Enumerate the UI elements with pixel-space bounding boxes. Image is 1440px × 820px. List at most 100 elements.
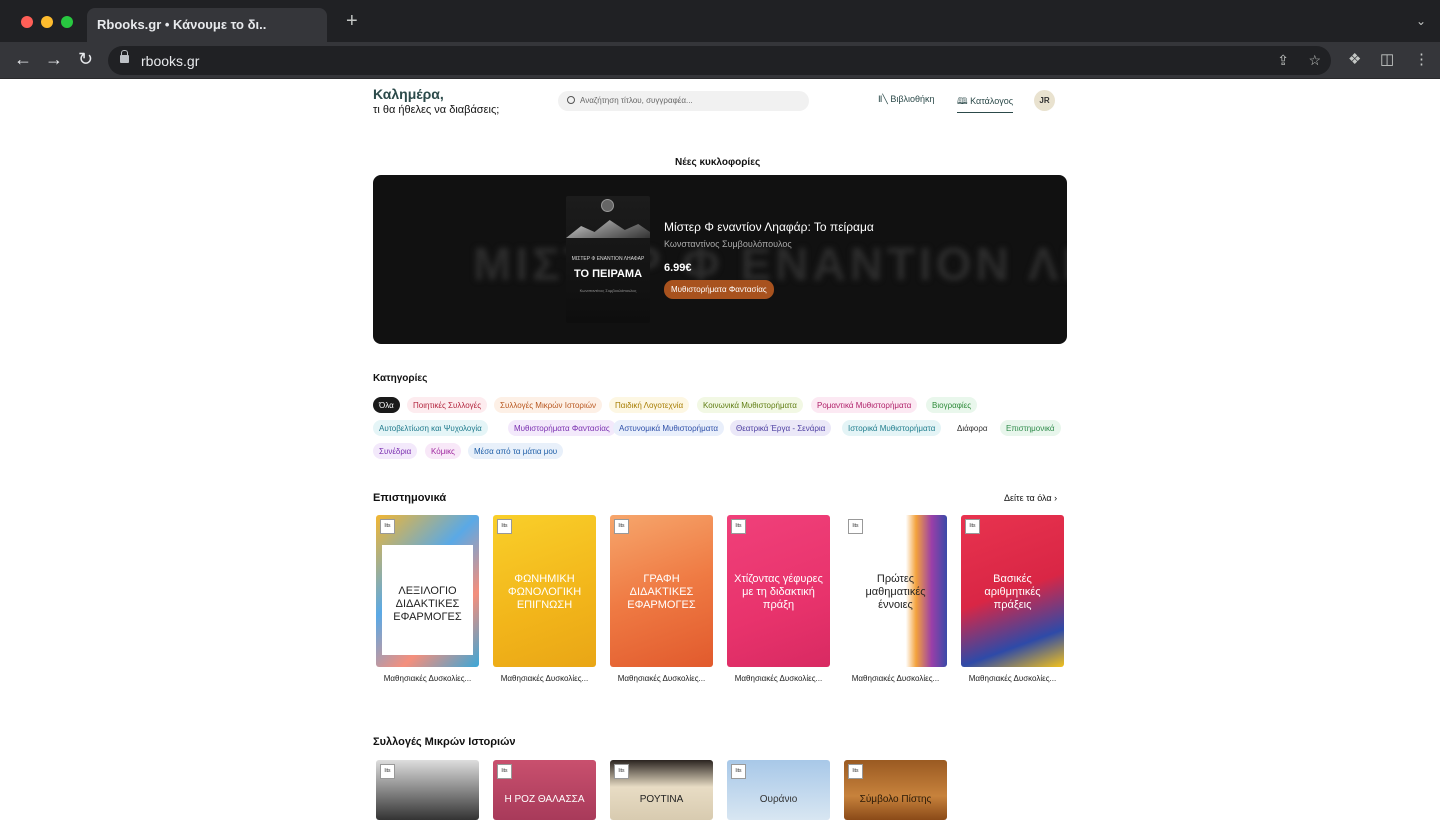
cover-title: Χτίζοντας γέφυρες με τη διδακτική πράξη (734, 573, 823, 611)
book-title[interactable]: Μαθησιακές Δυσκολίες... (727, 674, 830, 683)
cover-series-title: ΜΙΣΤΕΡ Φ ΕΝΑΝΤΙΟΝ ΛΗΑΦΑΡ (571, 256, 645, 262)
book-cover[interactable]: lits (376, 760, 479, 820)
book-card[interactable]: lits ΛΕΞΙΛΟΓΙΟ ΔΙΔΑΚΤΙΚΕΣ ΕΦΑΡΜΟΓΕΣ Μαθησι… (376, 515, 479, 683)
cover-title: Η ΡΟΖ ΘΑΛΑΣΣΑ (504, 794, 585, 805)
publisher-logo-icon: lits (848, 764, 863, 779)
category-chip[interactable]: Όλα (373, 397, 400, 413)
nav-library[interactable]: Ⅱ╲ Βιβλιοθήκη (878, 94, 935, 105)
tab-title: Rbooks.gr • Κάνουμε το δι.. (97, 17, 267, 32)
cover-title: Ουράνιο (759, 794, 798, 805)
publisher-logo-icon: lits (497, 519, 512, 534)
hero-book-author: Κωνσταντίνος Συμβουλόπουλος (664, 239, 792, 249)
book-card[interactable]: lits Βασικές αριθμητικές πράξεις Μαθησιακέ… (961, 515, 1064, 683)
book-cover[interactable]: lits ΓΡΑΦΗ ΔΙΔΑΚΤΙΚΕΣ ΕΦΑΡΜΟΓΕΣ (610, 515, 713, 667)
category-chip[interactable]: Ποιητικές Συλλογές (407, 397, 488, 413)
bookmark-star-icon[interactable]: ☆ (1308, 52, 1321, 69)
book-cover[interactable]: lits Χτίζοντας γέφυρες με τη διδακτική πρ… (727, 515, 830, 667)
book-cover[interactable]: lits Η ΡΟΖ ΘΑΛΑΣΣΑ (493, 760, 596, 820)
tab-search-icon[interactable]: ⌄ (1416, 14, 1426, 28)
cover-title: Βασικές αριθμητικές πράξεις (984, 573, 1041, 611)
side-panel-icon[interactable]: ◫ (1380, 50, 1394, 68)
book-title[interactable]: Μαθησιακές Δυσκολίες... (961, 674, 1064, 683)
back-arrow-icon[interactable]: ← (14, 50, 32, 68)
category-chip[interactable]: Κοινωνικά Μυθιστορήματα (697, 397, 803, 413)
category-chip[interactable]: Αυτοβελτίωση και Ψυχολογία (373, 420, 488, 436)
book-cover[interactable]: lits ΛΕΞΙΛΟΓΙΟ ΔΙΔΑΚΤΙΚΕΣ ΕΦΑΡΜΟΓΕΣ (376, 515, 479, 667)
publisher-logo-icon: lits (380, 764, 395, 779)
book-cover[interactable]: lits Πρώτες μαθηματικές έννοιες (844, 515, 947, 667)
publisher-logo-icon: lits (965, 519, 980, 534)
cover-title: ΓΡΑΦΗ ΔΙΔΑΚΤΙΚΕΣ ΕΦΑΡΜΟΓΕΣ (627, 573, 696, 611)
book-title[interactable]: Μαθησιακές Δυσκολίες... (610, 674, 713, 683)
cover-title: ΛΕΞΙΛΟΓΙΟ ΔΙΔΑΚΤΙΚΕΣ ΕΦΑΡΜΟΓΕΣ (382, 545, 473, 655)
book-card[interactable]: lits Χτίζοντας γέφυρες με τη διδακτική πρ… (727, 515, 830, 683)
book-cover[interactable]: lits ΦΩΝΗΜΙΚΗ ΦΩΝΟΛΟΓΙΚΗ ΕΠΙΓΝΩΣΗ (493, 515, 596, 667)
close-window-button[interactable] (21, 16, 33, 28)
publisher-logo-icon: lits (731, 764, 746, 779)
hero-book-title[interactable]: Μίστερ Φ εναντίον Ληαφάρ: Το πείραμα (664, 220, 874, 234)
category-chip[interactable]: Μυθιστορήματα Φαντασίας (508, 420, 616, 436)
search-input[interactable]: Αναζήτηση τίτλου, συγγραφέα... (558, 91, 809, 111)
cover-author: Κωνσταντίνος Συμβουλόπουλος (579, 288, 637, 293)
new-tab-button[interactable]: + (346, 10, 358, 33)
extensions-icon[interactable]: ❖ (1348, 50, 1361, 68)
cover-book-title: ΤΟ ΠΕΙΡΑΜΑ (573, 268, 643, 280)
category-chip[interactable]: Κόμικς (425, 443, 461, 459)
category-chip[interactable]: Βιογραφίες (926, 397, 978, 413)
subgreeting: τι θα ήθελες να διαβάσεις; (373, 104, 500, 116)
short-stories-section-title: Συλλογές Μικρών Ιστοριών (373, 736, 516, 748)
category-chip[interactable]: Διάφορα (951, 420, 994, 436)
window-controls (21, 16, 73, 28)
book-title[interactable]: Μαθησιακές Δυσκολίες... (844, 674, 947, 683)
url-text: rbooks.gr (141, 53, 200, 69)
reload-icon[interactable]: ↻ (78, 50, 93, 68)
book-card[interactable]: lits ΓΡΑΦΗ ΔΙΔΑΚΤΙΚΕΣ ΕΦΑΡΜΟΓΕΣ Μαθησιακές… (610, 515, 713, 683)
book-title[interactable]: Μαθησιακές Δυσκολίες... (493, 674, 596, 683)
category-chip[interactable]: Παιδική Λογοτεχνία (609, 397, 690, 413)
browser-toolbar: ← → ↻ rbooks.gr ⇪ ☆ ❖ ◫ ⋮ (0, 42, 1440, 79)
new-release-banner[interactable]: ΜΙΣΤΕΡ Φ ΕΝΑΝΤΙΟΝ ΛΗΑΦΑΡ ΜΙΣΤΕΡ Φ ΕΝΑΝΤΙ… (373, 175, 1067, 344)
cover-moon-image (601, 199, 614, 212)
category-chip[interactable]: Επιστημονικά (1000, 420, 1061, 436)
nav-catalog[interactable]: 🕮 Κατάλογος (957, 94, 1014, 113)
book-title[interactable]: Μαθησιακές Δυσκολίες... (376, 674, 479, 683)
share-icon[interactable]: ⇪ (1277, 52, 1289, 69)
category-chip[interactable]: Μέσα από τα μάτια μου (468, 443, 564, 459)
publisher-logo-icon: lits (848, 519, 863, 534)
lock-icon (120, 50, 129, 63)
book-cover[interactable]: lits Ουράνιο (727, 760, 830, 820)
maximize-window-button[interactable] (61, 16, 73, 28)
publisher-logo-icon: lits (731, 519, 746, 534)
category-chip[interactable]: Αστυνομικά Μυθιστορήματα (613, 420, 724, 436)
search-icon (567, 96, 575, 104)
hero-book-cover[interactable]: ΜΙΣΤΕΡ Φ ΕΝΑΝΤΙΟΝ ΛΗΑΦΑΡ ΤΟ ΠΕΙΡΑΜΑ Κωνσ… (566, 196, 650, 323)
address-bar[interactable]: rbooks.gr ⇪ ☆ (108, 46, 1331, 75)
book-cover[interactable]: lits Σύμβολο Πίστης (844, 760, 947, 820)
greeting: Καλημέρα, (373, 86, 444, 102)
category-chip[interactable]: Συνέδρια (373, 443, 418, 459)
cover-mountain-image (566, 220, 650, 238)
cover-title: Σύμβολο Πίστης (859, 794, 932, 805)
publisher-logo-icon: lits (380, 519, 395, 534)
book-card[interactable]: lits Πρώτες μαθηματικές έννοιες Μαθησιακές… (844, 515, 947, 683)
category-chip[interactable]: Συλλογές Μικρών Ιστοριών (494, 397, 602, 413)
categories-title: Κατηγορίες (373, 373, 428, 384)
new-releases-title: Νέες κυκλοφορίες (675, 157, 761, 168)
browser-tab[interactable]: Rbooks.gr • Κάνουμε το δι.. (87, 8, 327, 42)
forward-arrow-icon[interactable]: → (45, 50, 63, 68)
category-chip[interactable]: Ρομαντικά Μυθιστορήματα (811, 397, 918, 413)
category-chip[interactable]: Θεατρικά Έργα - Σενάρια (730, 420, 832, 436)
browser-menu-icon[interactable]: ⋮ (1414, 50, 1429, 68)
publisher-logo-icon: lits (614, 764, 629, 779)
scientific-section-title: Επιστημονικά (373, 492, 447, 504)
category-chip[interactable]: Ιστορικά Μυθιστορήματα (842, 420, 942, 436)
book-open-icon: 🕮 (957, 96, 971, 106)
minimize-window-button[interactable] (41, 16, 53, 28)
search-placeholder: Αναζήτηση τίτλου, συγγραφέα... (580, 96, 693, 105)
book-card[interactable]: lits ΦΩΝΗΜΙΚΗ ΦΩΝΟΛΟΓΙΚΗ ΕΠΙΓΝΩΣΗ Μαθησιακ… (493, 515, 596, 683)
book-cover[interactable]: lits Βασικές αριθμητικές πράξεις (961, 515, 1064, 667)
book-cover[interactable]: lits ΡΟΥΤΙΝΑ (610, 760, 713, 820)
hero-category-badge[interactable]: Μυθιστορήματα Φαντασίας (664, 280, 774, 299)
see-all-link[interactable]: Δείτε τα όλα › (1004, 493, 1057, 503)
avatar[interactable]: JR (1034, 90, 1055, 111)
